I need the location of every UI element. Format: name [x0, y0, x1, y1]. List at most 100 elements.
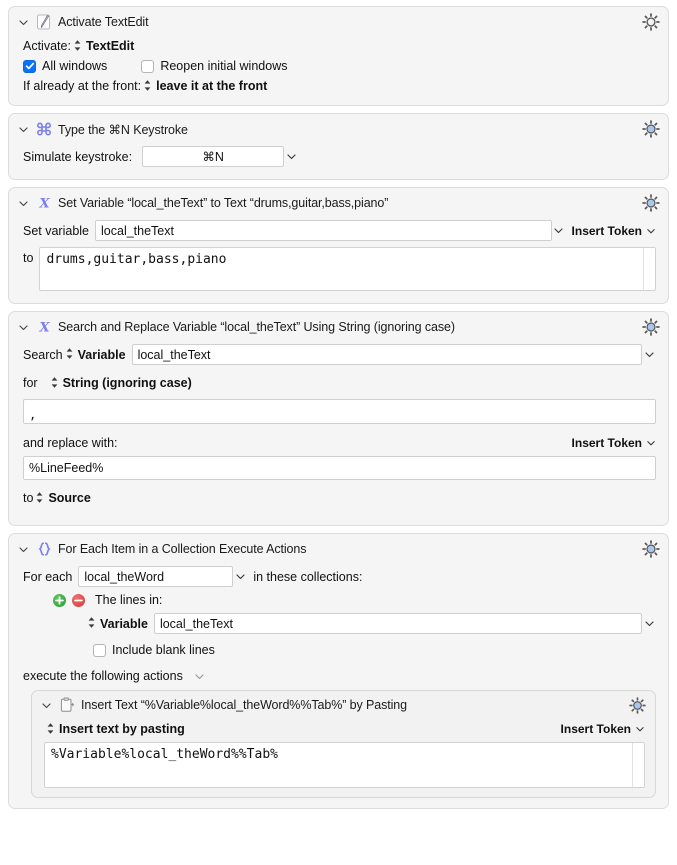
gear-icon[interactable] — [642, 540, 660, 558]
stepper-icon[interactable] — [87, 616, 96, 629]
chevron-down-icon[interactable] — [642, 349, 656, 360]
search-text-row: , — [23, 399, 656, 424]
action-body: Search Variable local_theText for String… — [9, 344, 668, 505]
chevron-down-icon — [647, 228, 655, 233]
action-title-row[interactable]: For Each Item in a Collection Execute Ac… — [9, 538, 668, 560]
action-set-variable[interactable]: X Set Variable “local_theText” to Text “… — [8, 187, 669, 304]
braces-icon — [35, 541, 53, 558]
in-collections-label: in these collections: — [253, 569, 363, 584]
search-target-row: Search Variable local_theText — [23, 344, 656, 365]
destination-value[interactable]: Source — [48, 491, 90, 505]
chevron-down-icon[interactable] — [17, 543, 30, 556]
scrollbar-gutter[interactable] — [643, 248, 655, 290]
remove-collection-button[interactable] — [72, 593, 85, 607]
scrollbar-gutter[interactable] — [632, 743, 644, 787]
chevron-down-icon[interactable] — [193, 671, 207, 682]
activate-app-value[interactable]: TextEdit — [86, 39, 134, 53]
stepper-icon[interactable] — [50, 376, 59, 389]
search-variable-input[interactable]: local_theText — [131, 344, 642, 365]
chevron-down-icon[interactable] — [552, 225, 566, 236]
chevron-down-icon[interactable] — [17, 197, 30, 210]
action-title-label: Search and Replace Variable “local_theTe… — [58, 320, 455, 334]
action-title-row[interactable]: Activate TextEdit — [9, 11, 668, 33]
action-body: Set variable local_theText Insert Token … — [9, 220, 668, 291]
include-blank-lines-checkbox[interactable] — [93, 643, 106, 657]
activate-label: Activate: — [23, 39, 71, 53]
include-blank-lines-row: Include blank lines — [93, 643, 656, 657]
variable-x-icon: X — [35, 319, 53, 336]
replace-header-row: and replace with: Insert Token — [23, 436, 656, 450]
action-search-replace[interactable]: X Search and Replace Variable “local_the… — [8, 311, 669, 526]
search-mode-row: for String (ignoring case) — [23, 376, 656, 390]
insert-mode-row: Insert text by pasting Insert Token — [44, 722, 645, 736]
gear-icon[interactable] — [642, 13, 660, 31]
stepper-icon[interactable] — [65, 347, 74, 360]
gear-icon[interactable] — [642, 318, 660, 336]
chevron-down-icon[interactable] — [284, 151, 298, 162]
chevron-down-icon[interactable] — [17, 321, 30, 334]
insert-token-label: Insert Token — [571, 223, 642, 238]
gear-icon[interactable] — [642, 120, 660, 138]
front-behaviour-value[interactable]: leave it at the front — [156, 79, 267, 93]
replace-text-row: %LineFeed% — [23, 456, 656, 480]
action-for-each[interactable]: For Each Item in a Collection Execute Ac… — [8, 533, 669, 809]
search-label: Search — [23, 347, 63, 362]
action-body: Insert text by pasting Insert Token %Var… — [32, 722, 655, 788]
insert-token-button[interactable]: Insert Token — [561, 722, 645, 736]
all-windows-checkbox[interactable] — [23, 59, 36, 73]
action-insert-text[interactable]: Insert Text “%Variable%local_theWord%%Ta… — [31, 690, 656, 798]
macro-actions-canvas: Activate TextEdit Activate: TextEdit All… — [0, 0, 677, 865]
add-collection-button[interactable] — [53, 593, 66, 607]
collection-variable-input[interactable]: local_theText — [153, 613, 642, 634]
include-blank-lines-label[interactable]: Include blank lines — [112, 643, 215, 657]
keystroke-field[interactable]: ⌘N — [142, 146, 285, 167]
chevron-down-icon[interactable] — [233, 571, 247, 582]
reopen-initial-windows-label[interactable]: Reopen initial windows — [160, 59, 287, 73]
action-activate-textedit[interactable]: Activate TextEdit Activate: TextEdit All… — [8, 6, 669, 106]
search-text-input[interactable]: , — [23, 399, 656, 424]
all-windows-label[interactable]: All windows — [42, 59, 107, 73]
stepper-icon[interactable] — [73, 39, 82, 52]
collection-source-row: Variable local_theText — [85, 613, 656, 634]
insert-token-button[interactable]: Insert Token — [572, 224, 656, 238]
action-title-row[interactable]: X Set Variable “local_theText” to Text “… — [9, 192, 668, 214]
action-title-row[interactable]: X Search and Replace Variable “local_the… — [9, 316, 668, 338]
for-each-variable-input[interactable]: local_theWord — [78, 566, 234, 587]
chevron-down-icon[interactable] — [40, 699, 53, 712]
insert-token-button[interactable]: Insert Token — [572, 436, 656, 450]
chevron-down-icon[interactable] — [17, 16, 30, 29]
collection-kind-value[interactable]: Variable — [100, 617, 148, 631]
search-mode-value[interactable]: String (ignoring case) — [63, 376, 192, 390]
for-label: for — [23, 376, 38, 390]
variable-text-input[interactable]: drums,guitar,bass,piano — [39, 247, 656, 291]
chevron-down-icon[interactable] — [17, 123, 30, 136]
action-title-row[interactable]: Insert Text “%Variable%local_theWord%%Ta… — [32, 694, 655, 716]
action-title-row[interactable]: Type the ⌘N Keystroke — [9, 118, 668, 140]
reopen-initial-windows-checkbox[interactable] — [141, 59, 155, 73]
stepper-icon[interactable] — [35, 491, 44, 504]
replace-text-input[interactable]: %LineFeed% — [23, 456, 656, 480]
command-key-icon — [35, 121, 53, 138]
search-target-value[interactable]: Variable — [78, 348, 126, 362]
execute-actions-row: execute the following actions — [23, 669, 656, 683]
stepper-icon[interactable] — [143, 79, 152, 92]
chevron-down-icon[interactable] — [642, 618, 656, 629]
insert-mode-value[interactable]: Insert text by pasting — [59, 722, 185, 736]
variable-name-input[interactable]: local_theText — [95, 220, 552, 241]
gear-icon[interactable] — [629, 697, 647, 715]
action-type-keystroke[interactable]: Type the ⌘N Keystroke Simulate keystroke… — [8, 113, 669, 180]
chevron-down-icon — [636, 727, 644, 732]
stepper-icon[interactable] — [46, 722, 55, 735]
gear-icon[interactable] — [642, 194, 660, 212]
insert-token-label: Insert Token — [560, 722, 631, 736]
action-body: Simulate keystroke: ⌘N — [9, 146, 668, 167]
svg-text:X: X — [38, 321, 50, 335]
collection-header-row: The lines in: — [53, 593, 656, 607]
action-title-label: For Each Item in a Collection Execute Ac… — [58, 542, 307, 556]
clipboard-icon — [58, 697, 76, 714]
textedit-icon — [35, 14, 53, 31]
for-each-label: For each — [23, 569, 73, 584]
insert-token-label: Insert Token — [571, 436, 642, 450]
set-variable-label: Set variable — [23, 223, 90, 238]
insert-text-input[interactable]: %Variable%local_theWord%%Tab% — [44, 742, 645, 788]
